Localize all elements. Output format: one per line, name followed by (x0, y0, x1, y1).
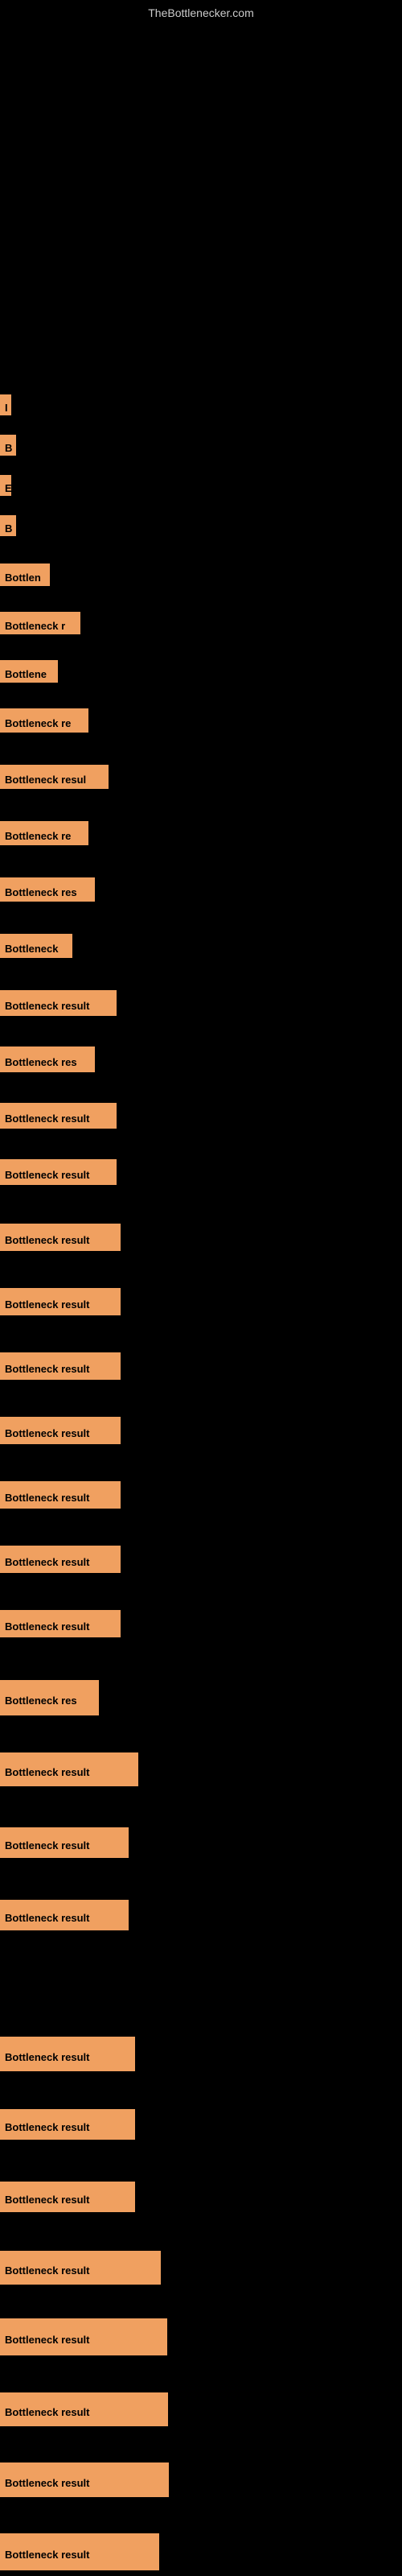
bottleneck-result-label: Bottleneck r (0, 612, 80, 634)
site-title: TheBottlenecker.com (0, 0, 402, 26)
bottleneck-result-label: Bottleneck result (0, 990, 117, 1016)
bottleneck-result-label: I (0, 394, 11, 415)
bottleneck-result-label: Bottleneck result (0, 2462, 169, 2497)
bottleneck-result-label: Bottleneck result (0, 2392, 168, 2426)
bottleneck-result-label: Bottleneck result (0, 1900, 129, 1930)
bottleneck-result-label: B (0, 515, 16, 536)
bottleneck-result-label: Bottleneck result (0, 1827, 129, 1858)
bottleneck-result-label: Bottleneck re (0, 708, 88, 733)
bottleneck-result-label: Bottleneck result (0, 1610, 121, 1637)
bottleneck-result-label: Bottleneck res (0, 1680, 99, 1715)
bottleneck-result-label: Bottleneck result (0, 2251, 161, 2285)
bottleneck-result-label: Bottlen (0, 564, 50, 586)
bottleneck-result-label: Bottleneck result (0, 1417, 121, 1444)
bottleneck-result-label: Bottleneck result (0, 1352, 121, 1380)
bottleneck-result-label: Bottleneck result (0, 2533, 159, 2570)
bottleneck-result-label: Bottleneck result (0, 2037, 135, 2071)
bottleneck-result-label: E (0, 475, 11, 496)
bottleneck-result-label: Bottleneck res (0, 877, 95, 902)
bottleneck-result-label: Bottleneck result (0, 1288, 121, 1315)
bottleneck-result-label: Bottleneck resul (0, 765, 109, 789)
bottleneck-result-label: Bottleneck result (0, 2109, 135, 2140)
bottleneck-result-label: Bottleneck result (0, 1752, 138, 1786)
bottleneck-result-label: Bottleneck result (0, 1103, 117, 1129)
bottleneck-result-label: Bottleneck re (0, 821, 88, 845)
bottleneck-result-label: Bottleneck (0, 934, 72, 958)
bottleneck-result-label: Bottleneck result (0, 1159, 117, 1185)
bottleneck-result-label: Bottleneck result (0, 1224, 121, 1251)
bottleneck-result-label: Bottleneck result (0, 2318, 167, 2355)
bottleneck-result-label: Bottleneck result (0, 2182, 135, 2212)
bottleneck-result-label: Bottleneck res (0, 1046, 95, 1072)
bottleneck-result-label: Bottleneck result (0, 1546, 121, 1573)
bottleneck-result-label: Bottleneck result (0, 1481, 121, 1509)
bottleneck-result-label: Bottlene (0, 660, 58, 683)
bottleneck-result-label: B (0, 435, 16, 456)
